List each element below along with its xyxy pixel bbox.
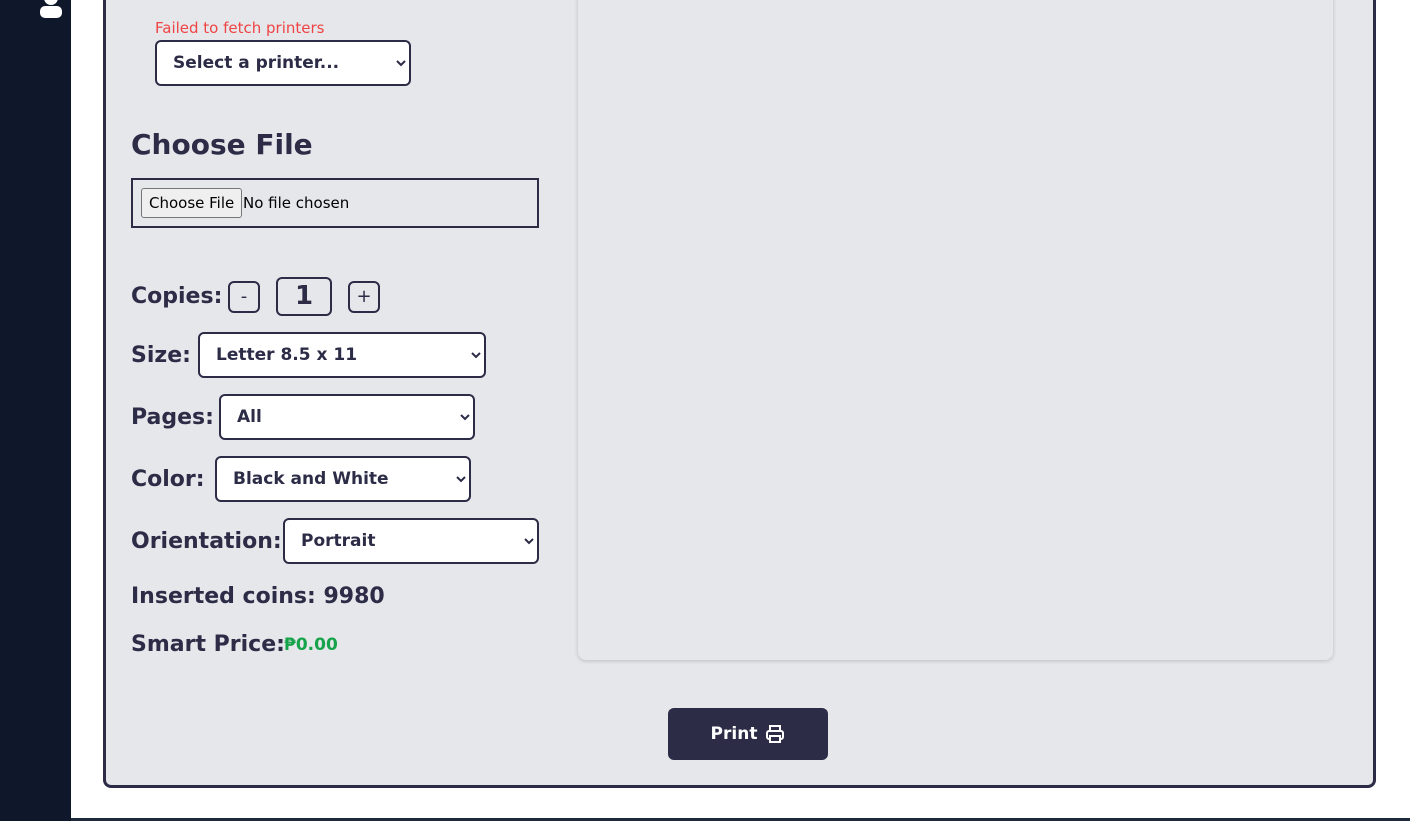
sidebar [0, 0, 71, 821]
printer-icon [766, 725, 785, 743]
print-button[interactable]: Print [668, 708, 828, 760]
printer-select[interactable]: Select a printer... [155, 40, 411, 86]
orientation-select[interactable]: Portrait [283, 518, 539, 564]
size-label: Size: [131, 343, 191, 368]
pages-label: Pages: [131, 405, 214, 430]
smart-price-label: Smart Price: [131, 632, 285, 657]
color-label: Color: [131, 467, 205, 492]
copies-value: 1 [276, 277, 332, 316]
smart-price-value: ₱0.00 [284, 635, 338, 655]
file-status: No file chosen [243, 194, 350, 212]
copies-increment-button[interactable]: + [348, 281, 380, 313]
orientation-label: Orientation: [131, 529, 282, 554]
copies-label: Copies: [131, 284, 223, 309]
pages-select[interactable]: All [219, 394, 475, 440]
print-button-label: Print [710, 724, 758, 744]
size-select[interactable]: Letter 8.5 x 11 [198, 332, 486, 378]
file-input[interactable]: Choose File No file chosen [131, 178, 539, 228]
inserted-coins: Inserted coins: 9980 [131, 584, 385, 609]
printer-error-message: Failed to fetch printers [155, 19, 325, 37]
choose-file-title: Choose File [131, 128, 313, 161]
color-select[interactable]: Black and White [215, 456, 471, 502]
user-icon[interactable] [38, 0, 64, 18]
copies-decrement-button[interactable]: - [228, 281, 260, 313]
document-preview [578, 0, 1333, 660]
choose-file-button[interactable]: Choose File [141, 188, 243, 218]
